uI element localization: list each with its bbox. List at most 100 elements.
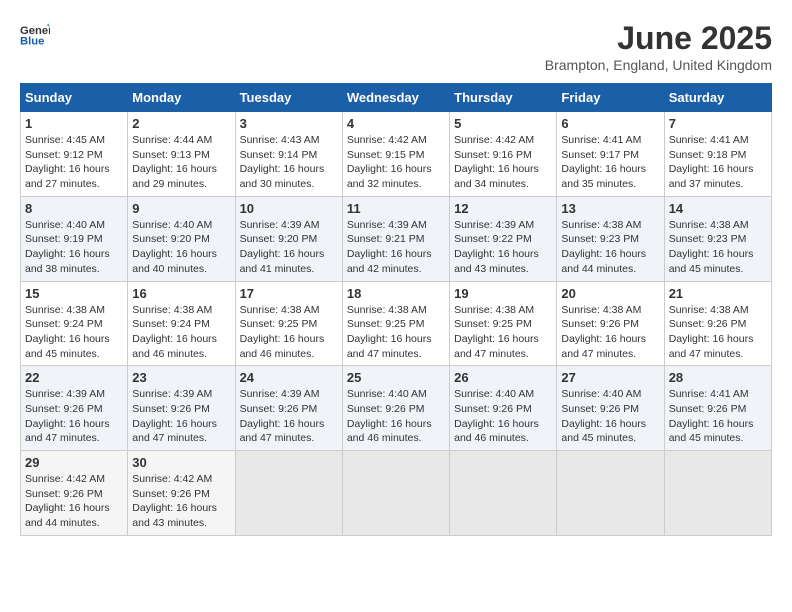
day-info: Sunrise: 4:38 AM Sunset: 9:26 PM Dayligh…: [669, 303, 767, 362]
table-row: 11 Sunrise: 4:39 AM Sunset: 9:21 PM Dayli…: [342, 196, 449, 281]
day-info: Sunrise: 4:42 AM Sunset: 9:16 PM Dayligh…: [454, 133, 552, 192]
table-row: 30 Sunrise: 4:42 AM Sunset: 9:26 PM Dayli…: [128, 451, 235, 536]
table-row: 19 Sunrise: 4:38 AM Sunset: 9:25 PM Dayli…: [450, 281, 557, 366]
day-info: Sunrise: 4:40 AM Sunset: 9:26 PM Dayligh…: [561, 387, 659, 446]
day-info: Sunrise: 4:38 AM Sunset: 9:24 PM Dayligh…: [25, 303, 123, 362]
table-row: [342, 451, 449, 536]
table-row: 17 Sunrise: 4:38 AM Sunset: 9:25 PM Dayli…: [235, 281, 342, 366]
table-row: 28 Sunrise: 4:41 AM Sunset: 9:26 PM Dayli…: [664, 366, 771, 451]
table-row: 27 Sunrise: 4:40 AM Sunset: 9:26 PM Dayli…: [557, 366, 664, 451]
table-row: 6Sunrise: 4:41 AM Sunset: 9:17 PM Daylig…: [557, 112, 664, 197]
day-number: 21: [669, 286, 767, 301]
day-number: 7: [669, 116, 767, 131]
day-number: 13: [561, 201, 659, 216]
day-info: Sunrise: 4:40 AM Sunset: 9:19 PM Dayligh…: [25, 218, 123, 277]
table-row: 22 Sunrise: 4:39 AM Sunset: 9:26 PM Dayli…: [21, 366, 128, 451]
col-saturday: Saturday: [664, 84, 771, 112]
table-row: [557, 451, 664, 536]
logo-icon: General Blue: [20, 20, 50, 50]
day-info: Sunrise: 4:40 AM Sunset: 9:20 PM Dayligh…: [132, 218, 230, 277]
day-number: 17: [240, 286, 338, 301]
day-number: 18: [347, 286, 445, 301]
table-row: 12 Sunrise: 4:39 AM Sunset: 9:22 PM Dayli…: [450, 196, 557, 281]
table-row: 8 Sunrise: 4:40 AM Sunset: 9:19 PM Daylig…: [21, 196, 128, 281]
day-number: 1: [25, 116, 123, 131]
day-info: Sunrise: 4:38 AM Sunset: 9:25 PM Dayligh…: [454, 303, 552, 362]
table-row: 1 Sunrise: 4:45 AM Sunset: 9:12 PM Daylig…: [21, 112, 128, 197]
table-row: 26 Sunrise: 4:40 AM Sunset: 9:26 PM Dayli…: [450, 366, 557, 451]
svg-text:Blue: Blue: [20, 35, 44, 47]
table-row: [450, 451, 557, 536]
day-info: Sunrise: 4:41 AM Sunset: 9:17 PM Dayligh…: [561, 133, 659, 192]
day-info: Sunrise: 4:41 AM Sunset: 9:26 PM Dayligh…: [669, 387, 767, 446]
day-number: 24: [240, 370, 338, 385]
calendar-header-row: Sunday Monday Tuesday Wednesday Thursday…: [21, 84, 772, 112]
table-row: 20 Sunrise: 4:38 AM Sunset: 9:26 PM Dayli…: [557, 281, 664, 366]
table-row: 4 Sunrise: 4:42 AM Sunset: 9:15 PM Daylig…: [342, 112, 449, 197]
day-number: 8: [25, 201, 123, 216]
table-row: 18 Sunrise: 4:38 AM Sunset: 9:25 PM Dayli…: [342, 281, 449, 366]
table-row: 5 Sunrise: 4:42 AM Sunset: 9:16 PM Daylig…: [450, 112, 557, 197]
day-info: Sunrise: 4:38 AM Sunset: 9:25 PM Dayligh…: [347, 303, 445, 362]
table-row: 24 Sunrise: 4:39 AM Sunset: 9:26 PM Dayli…: [235, 366, 342, 451]
table-row: 9 Sunrise: 4:40 AM Sunset: 9:20 PM Daylig…: [128, 196, 235, 281]
col-sunday: Sunday: [21, 84, 128, 112]
table-row: 21 Sunrise: 4:38 AM Sunset: 9:26 PM Dayli…: [664, 281, 771, 366]
table-row: 15 Sunrise: 4:38 AM Sunset: 9:24 PM Dayli…: [21, 281, 128, 366]
day-number: 4: [347, 116, 445, 131]
table-row: [235, 451, 342, 536]
day-info: Sunrise: 4:38 AM Sunset: 9:25 PM Dayligh…: [240, 303, 338, 362]
day-info: Sunrise: 4:43 AM Sunset: 9:14 PM Dayligh…: [240, 133, 338, 192]
day-number: 5: [454, 116, 552, 131]
day-number: 23: [132, 370, 230, 385]
logo: General Blue: [20, 20, 50, 50]
day-info: Sunrise: 4:42 AM Sunset: 9:26 PM Dayligh…: [25, 472, 123, 531]
day-info: Sunrise: 4:39 AM Sunset: 9:26 PM Dayligh…: [25, 387, 123, 446]
table-row: 29 Sunrise: 4:42 AM Sunset: 9:26 PM Dayli…: [21, 451, 128, 536]
day-info: Sunrise: 4:40 AM Sunset: 9:26 PM Dayligh…: [454, 387, 552, 446]
day-info: Sunrise: 4:38 AM Sunset: 9:23 PM Dayligh…: [669, 218, 767, 277]
table-row: 3Sunrise: 4:43 AM Sunset: 9:14 PM Daylig…: [235, 112, 342, 197]
day-info: Sunrise: 4:42 AM Sunset: 9:26 PM Dayligh…: [132, 472, 230, 531]
day-info: Sunrise: 4:39 AM Sunset: 9:21 PM Dayligh…: [347, 218, 445, 277]
day-number: 11: [347, 201, 445, 216]
col-friday: Friday: [557, 84, 664, 112]
day-number: 20: [561, 286, 659, 301]
table-row: 16 Sunrise: 4:38 AM Sunset: 9:24 PM Dayli…: [128, 281, 235, 366]
col-wednesday: Wednesday: [342, 84, 449, 112]
day-info: Sunrise: 4:45 AM Sunset: 9:12 PM Dayligh…: [25, 133, 123, 192]
col-monday: Monday: [128, 84, 235, 112]
day-number: 26: [454, 370, 552, 385]
calendar-table: Sunday Monday Tuesday Wednesday Thursday…: [20, 83, 772, 536]
col-tuesday: Tuesday: [235, 84, 342, 112]
day-info: Sunrise: 4:38 AM Sunset: 9:24 PM Dayligh…: [132, 303, 230, 362]
day-number: 15: [25, 286, 123, 301]
day-number: 16: [132, 286, 230, 301]
day-info: Sunrise: 4:42 AM Sunset: 9:15 PM Dayligh…: [347, 133, 445, 192]
day-number: 12: [454, 201, 552, 216]
day-number: 22: [25, 370, 123, 385]
day-number: 9: [132, 201, 230, 216]
day-info: Sunrise: 4:39 AM Sunset: 9:20 PM Dayligh…: [240, 218, 338, 277]
day-info: Sunrise: 4:39 AM Sunset: 9:26 PM Dayligh…: [132, 387, 230, 446]
day-number: 27: [561, 370, 659, 385]
table-row: 25 Sunrise: 4:40 AM Sunset: 9:26 PM Dayli…: [342, 366, 449, 451]
location: Brampton, England, United Kingdom: [545, 57, 772, 73]
day-number: 28: [669, 370, 767, 385]
table-row: 13 Sunrise: 4:38 AM Sunset: 9:23 PM Dayli…: [557, 196, 664, 281]
table-row: 14Sunrise: 4:38 AM Sunset: 9:23 PM Dayli…: [664, 196, 771, 281]
day-number: 30: [132, 455, 230, 470]
day-number: 10: [240, 201, 338, 216]
day-info: Sunrise: 4:38 AM Sunset: 9:26 PM Dayligh…: [561, 303, 659, 362]
day-info: Sunrise: 4:38 AM Sunset: 9:23 PM Dayligh…: [561, 218, 659, 277]
day-info: Sunrise: 4:39 AM Sunset: 9:26 PM Dayligh…: [240, 387, 338, 446]
day-info: Sunrise: 4:41 AM Sunset: 9:18 PM Dayligh…: [669, 133, 767, 192]
day-info: Sunrise: 4:39 AM Sunset: 9:22 PM Dayligh…: [454, 218, 552, 277]
day-info: Sunrise: 4:40 AM Sunset: 9:26 PM Dayligh…: [347, 387, 445, 446]
day-number: 19: [454, 286, 552, 301]
col-thursday: Thursday: [450, 84, 557, 112]
day-number: 29: [25, 455, 123, 470]
day-number: 25: [347, 370, 445, 385]
page-header: General Blue June 2025 Brampton, England…: [20, 20, 772, 73]
day-info: Sunrise: 4:44 AM Sunset: 9:13 PM Dayligh…: [132, 133, 230, 192]
